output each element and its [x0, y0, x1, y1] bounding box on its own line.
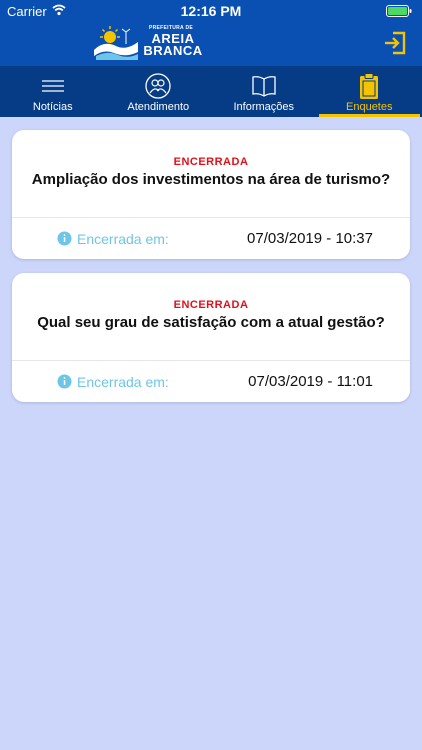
poll-question: Qual seu grau de satisfação com a atual … [37, 314, 385, 331]
tab-label: Notícias [32, 101, 73, 113]
clipboard-icon [360, 73, 379, 99]
info-icon [57, 374, 72, 389]
logout-icon[interactable] [382, 30, 408, 56]
status-bar: Carrier 12:16 PM [0, 0, 422, 22]
app-logo: PREFEITURA DE AREIA BRANCA [92, 22, 212, 66]
book-icon [252, 76, 276, 97]
battery-icon [386, 5, 412, 17]
tab-enquetes[interactable]: Enquetes [317, 66, 422, 117]
poll-card[interactable]: ENCERRADA Ampliação dos investimentos na… [12, 130, 410, 259]
tab-noticias[interactable]: Notícias [0, 66, 106, 117]
sun-wave-logo-icon [94, 26, 138, 60]
people-icon [145, 73, 171, 99]
tab-label: Enquetes [346, 101, 393, 113]
closed-date-value: 07/03/2019 - 10:37 [247, 230, 373, 247]
closed-date-label: Encerrada em: [77, 231, 169, 247]
info-icon [57, 231, 72, 246]
logo-line-2: BRANCA [143, 43, 203, 58]
tab-label: Informações [233, 101, 295, 113]
closed-date-label: Encerrada em: [77, 374, 169, 390]
tab-informacoes[interactable]: Informações [211, 66, 317, 117]
app-header: PREFEITURA DE AREIA BRANCA [0, 22, 422, 66]
tab-label: Atendimento [127, 101, 190, 113]
tab-atendimento[interactable]: Atendimento [106, 66, 212, 117]
poll-card[interactable]: ENCERRADA Qual seu grau de satisfação co… [12, 273, 410, 402]
card-divider [12, 217, 410, 218]
tab-bar: Notícias Atendimento Informações Enquete… [0, 66, 422, 117]
poll-question: Ampliação dos investimentos na área de t… [31, 171, 391, 188]
card-divider [12, 360, 410, 361]
menu-lines-icon [41, 80, 64, 92]
status-time: 12:16 PM [180, 3, 242, 19]
poll-status-badge: ENCERRADA [173, 299, 249, 311]
closed-date-value: 07/03/2019 - 11:01 [248, 373, 373, 390]
poll-status-badge: ENCERRADA [173, 156, 249, 168]
